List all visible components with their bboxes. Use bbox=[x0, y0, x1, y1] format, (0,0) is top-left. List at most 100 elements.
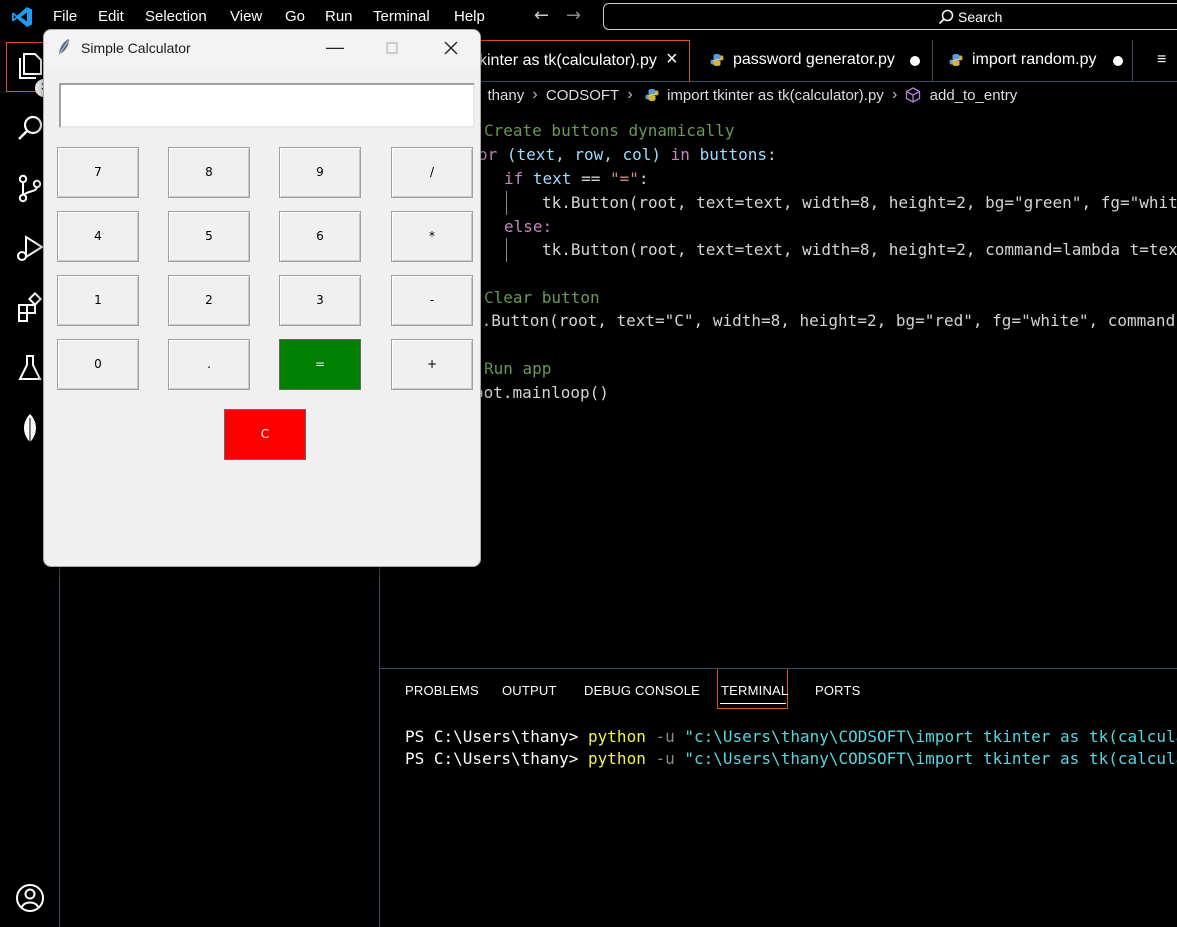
run-debug-icon[interactable] bbox=[14, 232, 46, 264]
decimal-button[interactable]: . bbox=[168, 339, 250, 390]
clear-button[interactable]: C bbox=[224, 409, 306, 460]
menu-file[interactable]: File bbox=[53, 8, 77, 25]
terminal-prompt: PS C:\Users\thany> bbox=[405, 749, 589, 768]
extensions-icon[interactable] bbox=[14, 292, 46, 324]
tab-label: password generator.py bbox=[733, 51, 895, 68]
digit-8-button[interactable]: 8 bbox=[168, 147, 250, 198]
menu-go[interactable]: Go bbox=[285, 8, 305, 25]
calculator-window: Simple Calculator — 7 8 9 / 4 5 6 * 1 2 … bbox=[43, 29, 481, 567]
breadcrumb-item[interactable]: import tkinter as tk(calculator).py bbox=[667, 87, 884, 104]
python-file-icon bbox=[710, 54, 724, 66]
search-label: Search bbox=[958, 9, 1003, 25]
code-comment: Run app bbox=[484, 359, 552, 378]
minimize-icon[interactable]: — bbox=[323, 36, 347, 60]
bottom-panel: PROBLEMS OUTPUT DEBUG CONSOLE TERMINAL P… bbox=[380, 668, 1177, 927]
terminal-path: "c:\Users\thany\CODSOFT\import tkinter a… bbox=[684, 749, 1177, 768]
code-string: "=" bbox=[609, 169, 639, 188]
code-vars: (text, row, col) bbox=[506, 145, 662, 164]
menu-edit[interactable]: Edit bbox=[98, 8, 124, 25]
breadcrumb: › thany › CODSOFT › import tkinter as tk… bbox=[470, 86, 1017, 108]
tab-overflow[interactable]: ≡ bbox=[1133, 40, 1177, 82]
menu-selection[interactable]: Selection bbox=[145, 8, 207, 25]
terminal-command: python bbox=[588, 749, 646, 768]
digit-4-button[interactable]: 4 bbox=[57, 211, 139, 262]
code-keyword: else: bbox=[504, 217, 553, 236]
close-icon[interactable]: × bbox=[666, 48, 678, 71]
code-comment: Create buttons dynamically bbox=[484, 121, 735, 140]
code-comment: Clear button bbox=[484, 288, 600, 307]
breadcrumb-item[interactable]: add_to_entry bbox=[930, 87, 1018, 104]
maximize-icon[interactable] bbox=[380, 36, 404, 60]
mongodb-leaf-icon[interactable] bbox=[14, 412, 46, 444]
terminal-flag: -u bbox=[645, 749, 685, 768]
close-icon[interactable] bbox=[439, 36, 463, 60]
code-var: buttons bbox=[699, 145, 768, 164]
add-button[interactable]: + bbox=[391, 339, 473, 390]
tab-problems[interactable]: PROBLEMS bbox=[405, 683, 479, 698]
divide-button[interactable]: / bbox=[391, 147, 473, 198]
terminal-prompt: PS C:\Users\thany> bbox=[405, 727, 589, 746]
code-line: if text == "=": bbox=[504, 167, 649, 191]
code-line: Create buttons dynamically bbox=[484, 119, 734, 143]
search-icon bbox=[938, 9, 954, 25]
indent-guide bbox=[506, 238, 507, 262]
code-line: tk.Button(root, text=text, width=8, heig… bbox=[542, 238, 1177, 262]
digit-6-button[interactable]: 6 bbox=[279, 211, 361, 262]
tab-output[interactable]: OUTPUT bbox=[502, 683, 557, 698]
forward-arrow-icon[interactable]: → bbox=[566, 5, 581, 26]
tab-import-random[interactable]: import random.py bbox=[933, 40, 1133, 82]
unsaved-dot-icon bbox=[1113, 56, 1123, 66]
terminal-path: "c:\Users\thany\CODSOFT\import tkinter a… bbox=[684, 727, 1177, 746]
code-keyword: if bbox=[504, 169, 524, 188]
code-var: text bbox=[532, 169, 572, 188]
terminal-command: python bbox=[588, 727, 646, 746]
code-keyword: in bbox=[670, 145, 690, 164]
code-punct: : bbox=[767, 145, 777, 164]
command-search-box[interactable]: Search bbox=[603, 3, 1177, 30]
code-line: else: bbox=[504, 215, 552, 239]
menu-help[interactable]: Help bbox=[454, 8, 485, 25]
subtract-button[interactable]: - bbox=[391, 275, 473, 326]
digit-1-button[interactable]: 1 bbox=[57, 275, 139, 326]
tab-password-generator[interactable]: password generator.py bbox=[692, 40, 933, 82]
search-icon[interactable] bbox=[14, 112, 46, 144]
tab-ports[interactable]: PORTS bbox=[815, 683, 861, 698]
menu-view[interactable]: View bbox=[230, 8, 262, 25]
digit-5-button[interactable]: 5 bbox=[168, 211, 250, 262]
code-line: Clear button bbox=[484, 286, 600, 310]
chevron-right-icon: › bbox=[627, 86, 633, 104]
breadcrumb-item[interactable]: CODSOFT bbox=[546, 87, 619, 104]
unsaved-dot-icon bbox=[910, 56, 920, 66]
tab-label: import random.py bbox=[972, 51, 1097, 68]
tab-label: kinter as tk(calculator).py bbox=[479, 52, 657, 69]
terminal-line: PS C:\Users\thany> python -u "c:\Users\t… bbox=[405, 749, 1177, 768]
vscode-logo-icon bbox=[12, 7, 32, 27]
tab-terminal[interactable]: TERMINAL bbox=[721, 683, 788, 698]
menu-run[interactable]: Run bbox=[325, 8, 353, 25]
code-statement: tk.Button(root, text=text, width=8, heig… bbox=[542, 240, 1177, 259]
equals-button[interactable]: = bbox=[279, 339, 361, 390]
code-editor[interactable]: Create buttons dynamically or (text, row… bbox=[380, 119, 1177, 664]
breadcrumb-item[interactable]: thany bbox=[488, 87, 525, 104]
digit-3-button[interactable]: 3 bbox=[279, 275, 361, 326]
testing-icon[interactable] bbox=[14, 352, 46, 384]
code-statement: tk.Button(root, text=text, width=8, heig… bbox=[542, 193, 1177, 212]
menu-terminal[interactable]: Terminal bbox=[373, 8, 430, 25]
digit-9-button[interactable]: 9 bbox=[279, 147, 361, 198]
tab-debug-console[interactable]: DEBUG CONSOLE bbox=[584, 683, 700, 698]
tab-overflow-icon: ≡ bbox=[1157, 51, 1167, 68]
source-control-icon[interactable] bbox=[14, 172, 46, 204]
calculator-titlebar[interactable]: Simple Calculator — bbox=[44, 30, 480, 66]
code-line: oot.mainloop() bbox=[474, 381, 609, 405]
active-tab-underline bbox=[720, 703, 786, 704]
digit-2-button[interactable]: 2 bbox=[168, 275, 250, 326]
method-cube-icon bbox=[906, 87, 921, 103]
account-icon[interactable] bbox=[14, 882, 46, 914]
back-arrow-icon[interactable]: ← bbox=[534, 5, 549, 26]
code-operator: == bbox=[571, 169, 610, 188]
multiply-button[interactable]: * bbox=[391, 211, 473, 262]
display-entry[interactable] bbox=[59, 83, 475, 128]
digit-0-button[interactable]: 0 bbox=[57, 339, 139, 390]
terminal-line: PS C:\Users\thany> python -u "c:\Users\t… bbox=[405, 727, 1177, 746]
digit-7-button[interactable]: 7 bbox=[57, 147, 139, 198]
